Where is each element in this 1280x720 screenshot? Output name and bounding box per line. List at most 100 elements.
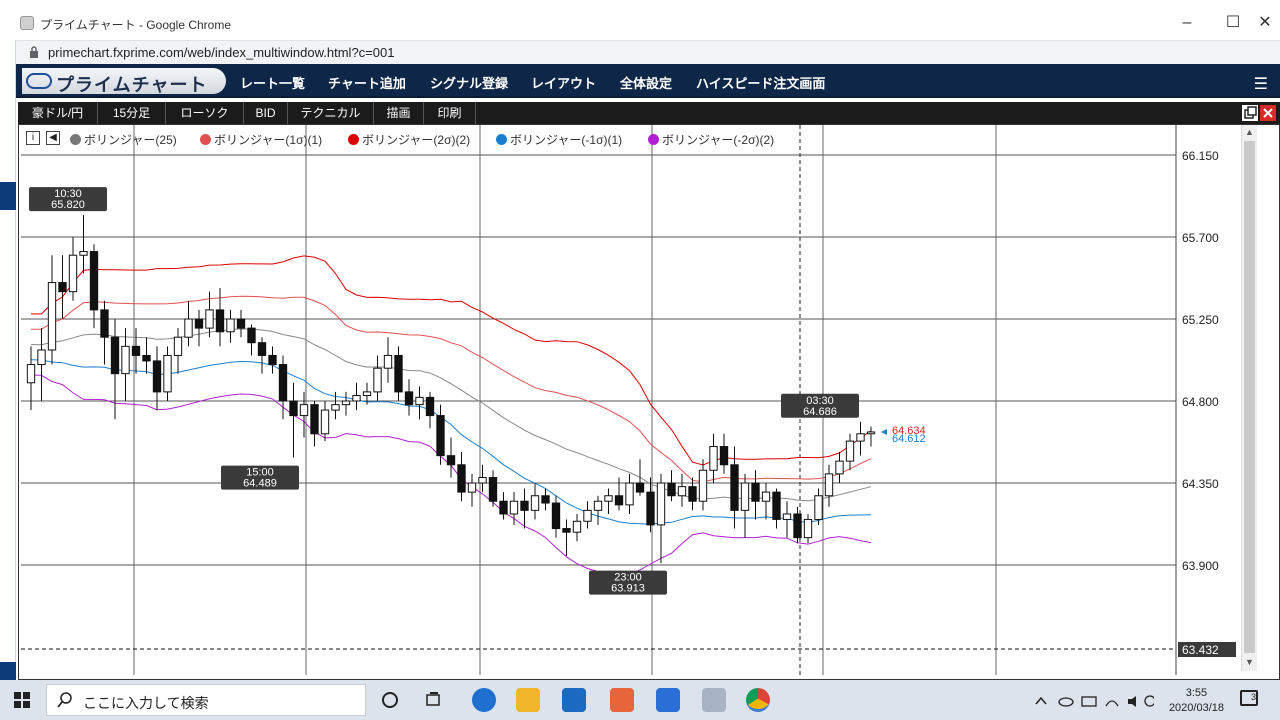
nav-signal-register[interactable]: シグナル登録 xyxy=(430,73,508,92)
legend-item-bbm2s[interactable]: ボリンジャー(-2σ)(2) xyxy=(648,131,774,148)
vertical-scrollbar[interactable]: ▲ ▼ xyxy=(1241,125,1257,671)
candle-body xyxy=(446,455,456,466)
legend-item-bbm1s[interactable]: ボリンジャー(-1σ)(1) xyxy=(496,131,622,148)
minimize-button[interactable]: – xyxy=(1172,12,1202,34)
candle-body xyxy=(236,318,246,329)
file-explorer-icon[interactable] xyxy=(516,688,540,712)
candle-body xyxy=(173,336,183,356)
candle-body xyxy=(646,491,655,526)
legend-color-dot xyxy=(648,134,659,145)
scroll-down-icon[interactable]: ▼ xyxy=(1242,655,1257,669)
system-tray-icons[interactable] xyxy=(1034,694,1154,708)
candle-body xyxy=(541,495,550,504)
nav-layout[interactable]: レイアウト xyxy=(531,73,596,92)
legend-label: ボリンジャー(2σ)(2) xyxy=(362,133,471,147)
popout-icon[interactable] xyxy=(1242,105,1258,121)
legend-item-bb1s[interactable]: ボリンジャー(1σ)(1) xyxy=(200,131,322,148)
taskbar-search-box[interactable]: ここに入力して検索 xyxy=(46,684,366,716)
candle-body xyxy=(362,391,372,397)
candle-body xyxy=(415,396,424,406)
primechart-logo[interactable]: プライムチャート xyxy=(22,68,226,95)
price-side-select[interactable]: BID xyxy=(244,102,288,124)
task-view-icon[interactable] xyxy=(424,690,444,710)
candle-body xyxy=(215,309,225,333)
maximize-button[interactable]: ☐ xyxy=(1218,12,1248,34)
candle-body xyxy=(226,318,235,333)
candle-body xyxy=(152,360,162,393)
last-value-arrow-icon xyxy=(881,429,887,435)
info-toggle-button[interactable]: i xyxy=(26,131,40,145)
chart-type-select[interactable]: ローソク xyxy=(166,102,244,124)
edge-browser-icon[interactable] xyxy=(472,688,496,712)
candle-body xyxy=(509,500,519,515)
logo-mark-icon xyxy=(26,73,52,89)
currency-pair-select[interactable]: 豪ドル/円 xyxy=(18,102,98,124)
contacts-icon[interactable] xyxy=(656,688,680,712)
cortana-icon[interactable] xyxy=(380,690,400,710)
windows-start-icon[interactable] xyxy=(14,692,30,708)
candle-body xyxy=(299,404,309,417)
candle-body xyxy=(719,446,729,466)
candle-body xyxy=(436,415,445,457)
nav-add-chart[interactable]: チャート追加 xyxy=(328,73,406,92)
candle-body xyxy=(352,395,361,402)
legend-color-dot xyxy=(200,134,211,145)
callout-price: 63.913 xyxy=(611,583,645,595)
candle-body xyxy=(268,354,277,366)
nav-high-speed-order[interactable]: ハイスピード注文画面 xyxy=(696,73,825,92)
technical-menu[interactable]: テクニカル xyxy=(288,102,374,124)
candle-body xyxy=(142,354,151,362)
candle-body xyxy=(247,327,256,344)
notification-center-icon[interactable]: 3 xyxy=(1240,690,1258,706)
candle-body xyxy=(730,464,739,511)
candle-body xyxy=(667,482,676,497)
chart-toolbar: 豪ドル/円 15分足 ローソク BID テクニカル 描画 印刷 xyxy=(18,102,1280,124)
candle-body xyxy=(37,349,46,366)
mail-icon[interactable] xyxy=(562,688,586,712)
scroll-thumb[interactable] xyxy=(1244,141,1255,653)
candle-body xyxy=(635,482,645,493)
close-icon[interactable] xyxy=(1260,105,1276,121)
legend-color-dot xyxy=(348,134,359,145)
candle-body xyxy=(856,433,865,442)
last-value-label: 64.612 xyxy=(892,433,926,445)
print-button[interactable]: 印刷 xyxy=(424,102,476,124)
candle-body xyxy=(121,345,130,375)
drawing-menu[interactable]: 描画 xyxy=(374,102,424,124)
close-window-button[interactable]: ✕ xyxy=(1250,12,1280,34)
legend-collapse-button[interactable]: ◀ xyxy=(46,131,60,145)
candle-body xyxy=(740,482,750,511)
candle-body xyxy=(677,486,687,497)
nav-rate-list[interactable]: レート一覧 xyxy=(240,73,305,92)
system-clock[interactable]: 3:55 2020/03/18 xyxy=(1169,686,1224,716)
candle-body xyxy=(404,391,414,406)
candlestick-chart[interactable]: 66.150 65.700 65.250 64.800 64.350 63.900 63.4… xyxy=(19,125,1241,680)
nav-settings[interactable]: 全体設定 xyxy=(620,73,672,92)
chrome-icon[interactable] xyxy=(746,688,770,712)
callout-price: 64.489 xyxy=(243,478,277,490)
candle-body xyxy=(163,354,172,393)
candle-body xyxy=(47,282,57,351)
candle-body xyxy=(488,477,498,502)
clock-time: 3:55 xyxy=(1185,687,1208,699)
candle-body xyxy=(845,440,855,462)
scroll-up-icon[interactable]: ▲ xyxy=(1242,125,1257,139)
candle-body xyxy=(110,336,120,375)
app-orange-icon[interactable] xyxy=(610,688,634,712)
app-monitor-icon[interactable] xyxy=(702,688,726,712)
background-window-strip xyxy=(0,40,16,684)
candle-body xyxy=(26,364,36,384)
candle-body xyxy=(866,431,876,435)
timeframe-select[interactable]: 15分足 xyxy=(98,102,166,124)
logo-text: プライムチャート xyxy=(56,75,208,95)
candle-body xyxy=(709,446,718,471)
candle-body xyxy=(572,520,582,533)
windows-taskbar: ここに入力して検索 3:55 2020/03/18 3 xyxy=(0,680,1280,720)
candle-body xyxy=(320,409,330,435)
y-tick-label: 63.900 xyxy=(1182,559,1219,573)
legend-item-bb25[interactable]: ボリンジャー(25) xyxy=(70,131,177,148)
legend-color-dot xyxy=(496,134,507,145)
hamburger-icon[interactable]: ☰ xyxy=(1254,74,1268,94)
address-bar[interactable]: primechart.fxprime.com/web/index_multiwi… xyxy=(16,40,1280,64)
legend-item-bb2s[interactable]: ボリンジャー(2σ)(2) xyxy=(348,131,470,148)
